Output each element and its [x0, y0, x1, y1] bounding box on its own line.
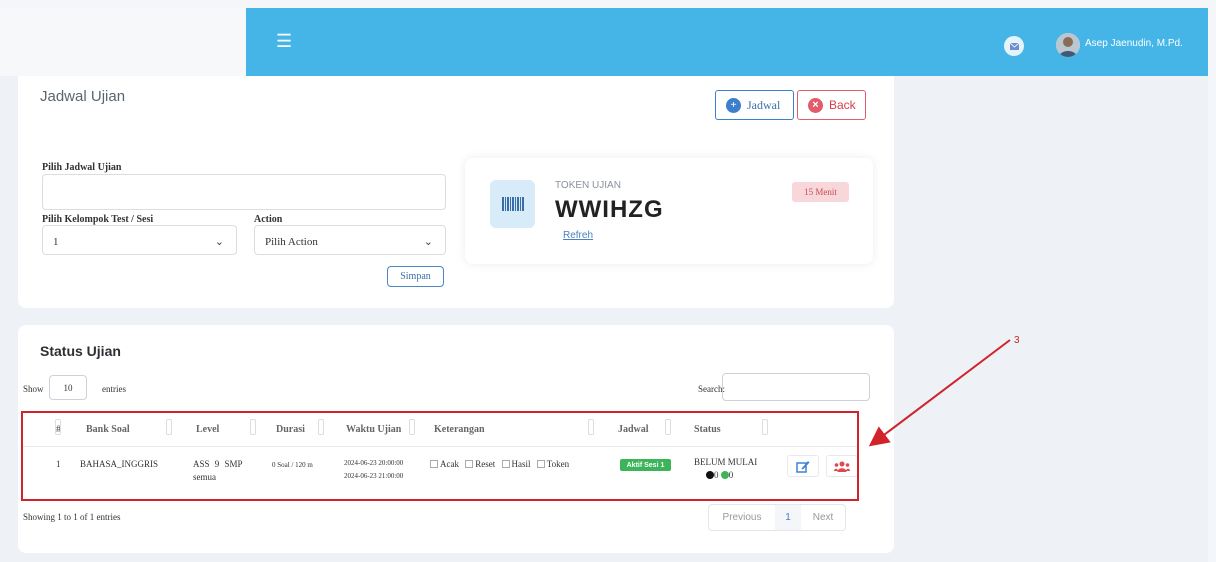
annotation-arrow — [868, 339, 1011, 447]
annotation-number: 3 — [1014, 335, 1020, 346]
